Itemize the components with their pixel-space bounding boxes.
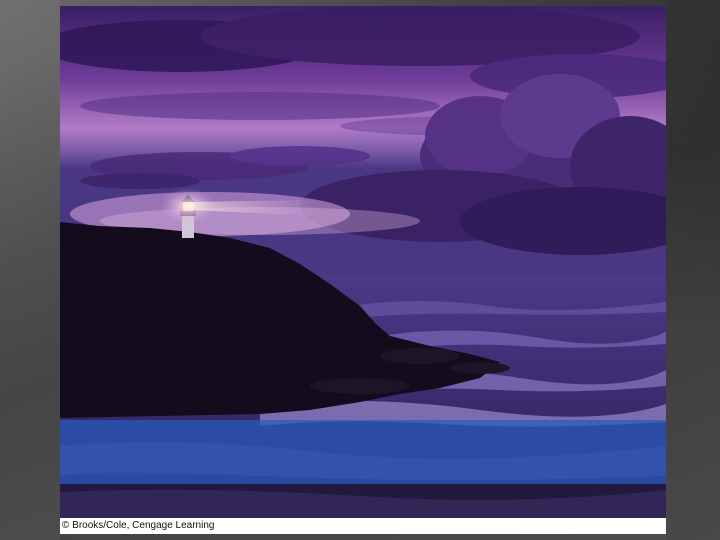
background-facet-right xyxy=(666,0,720,540)
copyright-credit: © Brooks/Cole, Cengage Learning xyxy=(62,520,215,531)
background-facet-left xyxy=(0,0,60,540)
lighthouse-photo: © Brooks/Cole, Cengage Learning xyxy=(60,6,666,534)
credit-strip: © Brooks/Cole, Cengage Learning xyxy=(60,518,666,534)
blue-overlay-band xyxy=(60,420,666,484)
